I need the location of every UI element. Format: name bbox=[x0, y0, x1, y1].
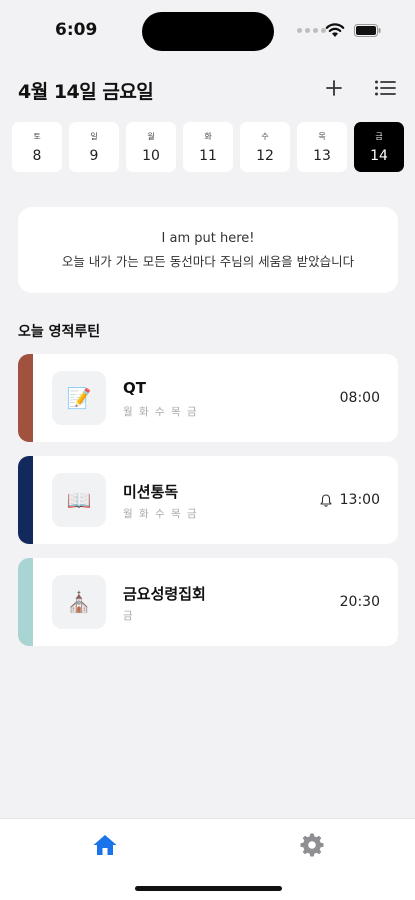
verse-title: I am put here! bbox=[161, 230, 255, 246]
routine-name: 금요성령집회 bbox=[123, 585, 206, 603]
routine-time-wrap: 13:00 bbox=[320, 492, 380, 508]
tab-home[interactable] bbox=[90, 831, 120, 859]
day-of-week: 일 bbox=[90, 131, 98, 141]
date-cell[interactable]: 목 13 bbox=[297, 122, 347, 172]
day-number: 14 bbox=[370, 147, 388, 164]
date-cell[interactable]: 화 11 bbox=[183, 122, 233, 172]
day-of-week: 금 bbox=[375, 131, 383, 141]
day-number: 10 bbox=[142, 147, 160, 164]
status-bar: 6:09 bbox=[0, 0, 415, 60]
routine-time-wrap: 20:30 bbox=[340, 594, 380, 610]
day-number: 13 bbox=[313, 147, 331, 164]
list-view-button[interactable] bbox=[371, 74, 399, 102]
routine-card[interactable]: ⛪ 금요성령집회 금 20:30 bbox=[18, 558, 398, 646]
routine-card[interactable]: 📝 QT 월 화 수 목 금 08:00 bbox=[18, 354, 398, 442]
church-icon: ⛪ bbox=[52, 575, 106, 629]
date-cell[interactable]: 일 9 bbox=[69, 122, 119, 172]
routine-color-stripe bbox=[18, 558, 33, 646]
day-number: 11 bbox=[199, 147, 217, 164]
routine-color-stripe bbox=[18, 456, 33, 544]
tab-settings[interactable] bbox=[297, 831, 327, 859]
routine-color-stripe bbox=[18, 354, 33, 442]
routine-days: 월 화 수 목 금 bbox=[123, 508, 199, 520]
add-button[interactable] bbox=[320, 74, 348, 102]
day-of-week: 수 bbox=[261, 131, 269, 141]
routine-time: 13:00 bbox=[339, 492, 380, 508]
gear-icon bbox=[300, 833, 324, 857]
day-of-week: 목 bbox=[318, 131, 326, 141]
date-cell[interactable]: 토 8 bbox=[12, 122, 62, 172]
plus-icon bbox=[326, 80, 342, 96]
dynamic-island bbox=[142, 12, 274, 51]
verse-text: 오늘 내가 가는 모든 동선마다 주님의 세움을 받았습니다 bbox=[61, 253, 355, 269]
day-of-week: 월 bbox=[147, 131, 155, 141]
home-icon bbox=[93, 835, 117, 855]
battery-icon bbox=[354, 24, 381, 37]
screen: 6:09 4월 14일 금요일 토 8 일 9 월 10 화 11 수 12 목… bbox=[0, 0, 415, 900]
header: 4월 14일 금요일 bbox=[0, 72, 415, 106]
verse-card: I am put here! 오늘 내가 가는 모든 동선마다 주님의 세움을 … bbox=[18, 207, 398, 293]
day-number: 12 bbox=[256, 147, 274, 164]
bell-icon bbox=[320, 493, 332, 507]
routine-days: 월 화 수 목 금 bbox=[123, 406, 199, 418]
routine-name: 미션통독 bbox=[123, 483, 179, 501]
routine-time-wrap: 08:00 bbox=[340, 390, 380, 406]
day-number: 8 bbox=[32, 147, 42, 164]
routine-time: 20:30 bbox=[339, 594, 380, 610]
list-icon bbox=[375, 80, 396, 96]
routine-days: 금 bbox=[123, 610, 135, 622]
routine-time: 08:00 bbox=[339, 390, 380, 406]
date-cell[interactable]: 수 12 bbox=[240, 122, 290, 172]
signal-icon bbox=[297, 28, 326, 33]
date-strip: 토 8 일 9 월 10 화 11 수 12 목 13 금 14 bbox=[12, 122, 415, 174]
day-of-week: 토 bbox=[33, 131, 41, 141]
wifi-icon bbox=[325, 23, 345, 37]
memo-icon: 📝 bbox=[52, 371, 106, 425]
open-book-icon: 📖 bbox=[52, 473, 106, 527]
home-indicator bbox=[135, 886, 282, 891]
status-time: 6:09 bbox=[55, 20, 98, 40]
date-cell[interactable]: 월 10 bbox=[126, 122, 176, 172]
day-number: 9 bbox=[89, 147, 99, 164]
day-of-week: 화 bbox=[204, 131, 212, 141]
section-title: 오늘 영적루틴 bbox=[18, 324, 101, 340]
date-cell-selected[interactable]: 금 14 bbox=[354, 122, 404, 172]
routine-name: QT bbox=[123, 379, 146, 397]
routine-card[interactable]: 📖 미션통독 월 화 수 목 금 13:00 bbox=[18, 456, 398, 544]
page-title: 4월 14일 금요일 bbox=[18, 81, 154, 103]
